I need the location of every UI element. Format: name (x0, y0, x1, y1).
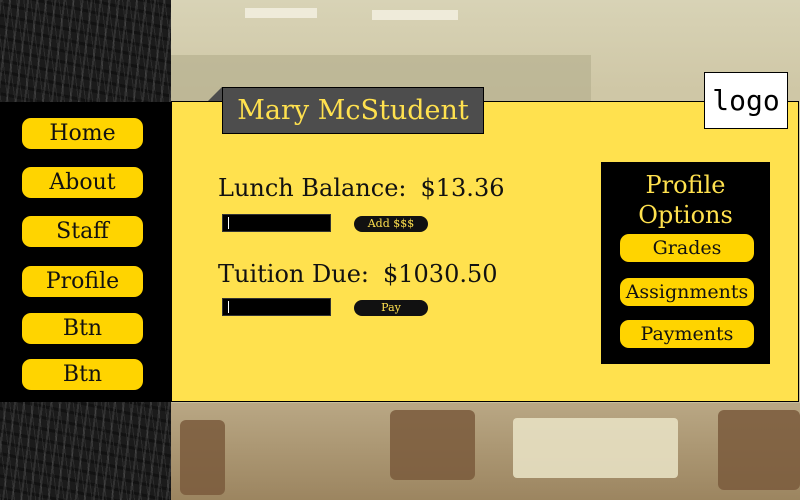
chair (390, 410, 475, 480)
nav-btn-button-2[interactable]: Btn (22, 359, 143, 390)
payments-button[interactable]: Payments (620, 320, 754, 348)
nav-about-button[interactable]: About (22, 167, 143, 198)
lunch-balance-row: Lunch Balance: $13.36 (218, 174, 504, 202)
pay-button[interactable]: Pay (354, 300, 428, 316)
add-funds-button[interactable]: Add $$$ (354, 216, 428, 232)
name-tab-notch (208, 87, 222, 101)
nav-profile-button[interactable]: Profile (22, 266, 143, 297)
tuition-due-label: Tuition Due: (218, 260, 369, 288)
lunch-amount-input[interactable] (222, 214, 331, 232)
lunch-balance-amount: $13.36 (420, 174, 505, 202)
sidebar-nav: Home About Staff Profile Btn Btn (0, 102, 171, 402)
student-name-title: Mary McStudent (222, 87, 484, 134)
chair (180, 420, 225, 495)
text-caret (228, 217, 229, 229)
tuition-due-row: Tuition Due: $1030.50 (218, 260, 498, 288)
nav-staff-button[interactable]: Staff (22, 216, 143, 247)
ceiling-light (245, 8, 317, 18)
text-caret (228, 301, 229, 313)
nav-home-button[interactable]: Home (22, 118, 143, 149)
logo[interactable]: logo (704, 72, 788, 129)
desk (513, 418, 678, 478)
lunch-balance-label: Lunch Balance: (218, 174, 407, 202)
nav-btn-button[interactable]: Btn (22, 313, 143, 344)
classroom-floor (171, 403, 800, 500)
tuition-due-amount: $1030.50 (382, 260, 498, 288)
ceiling-light (372, 10, 458, 20)
profile-options-title: Profile Options (601, 170, 770, 230)
profile-options-title-line1: Profile (645, 171, 726, 199)
profile-options-title-line2: Options (638, 201, 733, 229)
tuition-amount-input[interactable] (222, 298, 331, 316)
chair (718, 410, 800, 490)
assignments-button[interactable]: Assignments (620, 278, 754, 306)
grades-button[interactable]: Grades (620, 234, 754, 262)
